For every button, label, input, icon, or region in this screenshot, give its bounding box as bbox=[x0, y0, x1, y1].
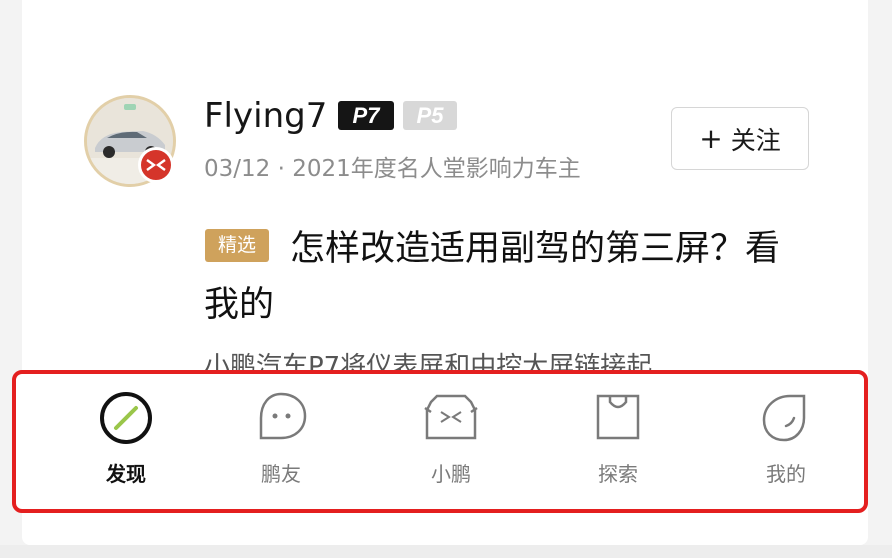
nav-label-explore: 探索 bbox=[598, 462, 638, 486]
nav-label-xpeng: 小鹏 bbox=[431, 462, 471, 486]
post-meta: 03/12 · 2021年度名人堂影响力车主 bbox=[204, 156, 581, 182]
nav-item-explore[interactable]: 探索 bbox=[558, 388, 678, 498]
username[interactable]: Flying7 bbox=[204, 96, 327, 136]
nav-item-xpeng[interactable]: 小鹏 bbox=[391, 388, 511, 498]
discover-icon bbox=[100, 392, 152, 444]
car-front-icon bbox=[424, 394, 478, 440]
nav-item-discover[interactable]: 发现 bbox=[66, 388, 186, 498]
xpeng-logo-icon bbox=[138, 147, 174, 183]
nav-label-discover: 发现 bbox=[106, 462, 146, 486]
follow-label: 关注 bbox=[730, 125, 781, 155]
bottom-strip bbox=[0, 545, 892, 558]
car-tag-p5: P5 bbox=[403, 101, 457, 130]
shopping-bag-icon bbox=[596, 394, 640, 440]
nav-item-me[interactable]: 我的 bbox=[726, 388, 846, 498]
post-title[interactable]: 怎样改造适用副驾的第三屏？看我的 bbox=[204, 221, 804, 333]
featured-badge: 精选 bbox=[205, 229, 269, 262]
profile-leaf-icon bbox=[762, 394, 806, 442]
chat-bubble-icon bbox=[259, 392, 307, 440]
car-tag-p7: P7 bbox=[338, 101, 394, 130]
nav-label-friends: 鹏友 bbox=[261, 462, 301, 486]
post-excerpt: 小鹏汽车P7将仪表屏和中控大屏链接起 bbox=[204, 348, 804, 372]
post-excerpt-text: 小鹏汽车P7将仪表屏和中控大屏链接起 bbox=[204, 352, 653, 372]
plus-icon: + bbox=[699, 121, 723, 155]
bottom-nav: 发现 鹏友 小鹏 探索 我的 bbox=[12, 370, 868, 513]
nav-label-me: 我的 bbox=[766, 462, 806, 486]
nav-item-friends[interactable]: 鹏友 bbox=[221, 388, 341, 498]
follow-button[interactable]: + 关注 bbox=[671, 107, 809, 170]
